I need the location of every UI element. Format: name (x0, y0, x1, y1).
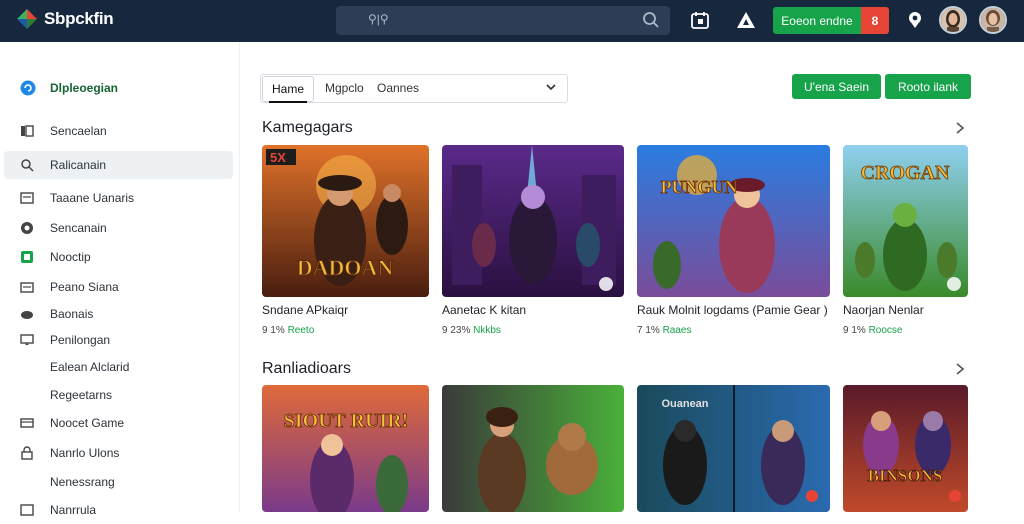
game-card-4-image[interactable]: CROGAN (843, 145, 968, 297)
game-card-2-title[interactable]: Aanetac K kitan (442, 303, 526, 317)
chevron-down-icon[interactable] (545, 81, 557, 93)
game-card-2-meta: 9 23% Nkkbs (442, 325, 501, 336)
store-icon (20, 418, 34, 428)
monitor-icon (20, 334, 34, 345)
gamepad-icon (21, 222, 33, 234)
sidebar-item-4[interactable]: Nooctip (4, 243, 233, 271)
game-card-2-image[interactable] (442, 145, 624, 297)
action-button-1[interactable]: U'ena Saein (792, 74, 881, 99)
card-art-text: DADOAN (297, 255, 394, 280)
triangle-icon[interactable] (735, 9, 757, 31)
card-art-text: PUNGUN (661, 177, 738, 197)
card-icon (20, 282, 34, 293)
list-icon (20, 192, 34, 204)
green-square-icon (21, 251, 33, 263)
game-card-5-image[interactable]: SIOUT RUIR! (262, 385, 429, 512)
sidebar-item-1[interactable]: Ralicanain (4, 151, 233, 179)
tab-home[interactable]: Hame (262, 76, 314, 103)
sidebar-item-6[interactable]: Baonais (4, 300, 233, 328)
sidebar-item-7[interactable]: Penilongan (4, 326, 233, 354)
primary-action-button[interactable]: Eoeon endne (773, 7, 861, 34)
game-card-8-image[interactable]: BINSONS (843, 385, 968, 512)
card-art-text: SIOUT RUIR! (284, 410, 409, 432)
action-button-2[interactable]: Rooto ilank (885, 74, 971, 99)
game-card-1-meta: 9 1% Reeto (262, 325, 315, 336)
filter-genre[interactable]: Oannes (377, 81, 419, 95)
filter-platform[interactable]: Mgpclo (325, 81, 364, 95)
game-card-4-title[interactable]: Naorjan Nenlar (843, 303, 924, 317)
game-card-3-meta: 7 1% Raaes (637, 325, 692, 336)
library-icon (21, 125, 34, 137)
calendar-icon[interactable] (689, 9, 711, 31)
game-card-4-meta: 9 1% Roocse (843, 325, 903, 336)
top-bar: Sbpckfin ⚲|⚲ Eoeon endne 8 (0, 0, 1024, 42)
sidebar-header-label: Dlpleoegian (50, 81, 119, 95)
sidebar-item-5[interactable]: Peano Siana (4, 273, 233, 301)
logo-icon (16, 8, 38, 30)
app-name: Sbpckfin (44, 9, 114, 28)
sidebar-item-9[interactable]: Regeetarns (4, 381, 233, 409)
notification-badge-button[interactable]: 8 (861, 7, 889, 34)
sidebar-item-0[interactable]: Sencaelan (4, 117, 233, 145)
sidebar: Dlpleoegian Sencaelan Ralicanain Taaane … (0, 42, 240, 517)
search-icon (21, 159, 34, 172)
sidebar-item-3[interactable]: Sencanain (4, 214, 233, 242)
game-card-1-image[interactable]: 5X DADOAN (262, 145, 429, 297)
lock-icon (21, 446, 33, 460)
game-card-3-image[interactable]: PUNGUN (637, 145, 830, 297)
search-bar[interactable]: ⚲|⚲ (336, 6, 670, 35)
logo-circle-icon (20, 80, 36, 96)
card-art-text: CROGAN (861, 162, 950, 184)
search-icon[interactable] (642, 11, 660, 29)
sidebar-item-11[interactable]: Nanrlo Ulons (4, 439, 233, 467)
search-input[interactable]: ⚲|⚲ (368, 12, 389, 26)
avatar-secondary[interactable] (979, 6, 1007, 34)
controller-icon (21, 311, 33, 319)
sidebar-item-2[interactable]: Taaane Uanaris (4, 184, 233, 212)
sidebar-item-12[interactable]: Nenessrang (4, 468, 233, 496)
location-pin-icon[interactable] (904, 9, 926, 31)
grid-icon (20, 504, 34, 516)
app-logo[interactable]: Sbpckfin (16, 8, 114, 30)
game-card-3-title[interactable]: Rauk Molnit logdams (Pamie Gear ) (637, 303, 828, 317)
chevron-right-icon[interactable] (953, 362, 967, 376)
card-art-text: Ouanean (661, 398, 708, 410)
game-card-1-title[interactable]: Sndane APkaiqr (262, 303, 348, 317)
game-card-7-image[interactable]: Ouanean (637, 385, 830, 512)
sidebar-header[interactable]: Dlpleoegian (4, 74, 233, 102)
card-badge: 5X (270, 150, 286, 165)
avatar[interactable] (939, 6, 967, 34)
section-title-2: Ranliadioars (262, 360, 351, 377)
chevron-right-icon[interactable] (953, 121, 967, 135)
filter-tabs: Hame Mgpclo Oannes (260, 74, 568, 103)
section-title-1: Kamegagars (262, 119, 353, 136)
sidebar-item-10[interactable]: Noocet Game (4, 409, 233, 437)
game-card-6-image[interactable] (442, 385, 624, 512)
sidebar-item-8[interactable]: Ealean Alclarid (4, 353, 233, 381)
sidebar-item-13[interactable]: Nanrrula (4, 496, 233, 524)
card-art-text: BINSONS (868, 466, 943, 485)
